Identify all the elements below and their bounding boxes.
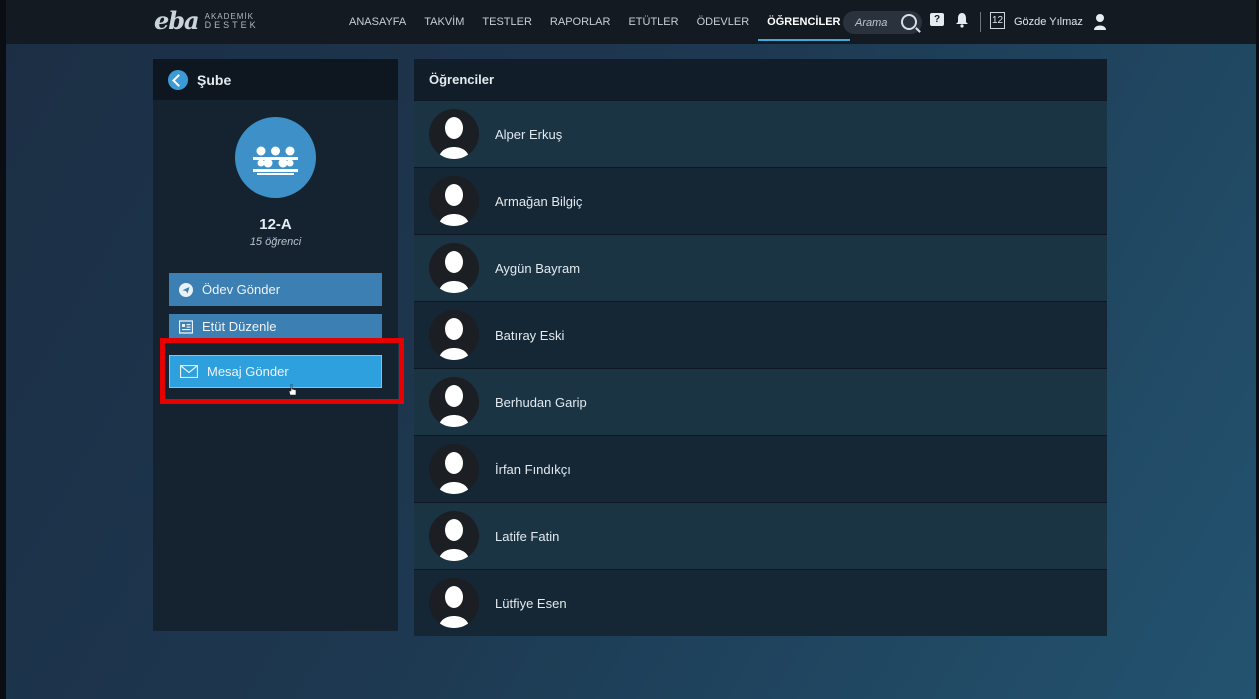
edit-study-label: Etüt Düzenle: [202, 319, 277, 334]
search-placeholder: Arama: [855, 16, 888, 29]
students-panel: Öğrenciler Alper Erkuş Armağan Bilgiç Ay…: [414, 59, 1107, 636]
student-row[interactable]: Armağan Bilgiç: [414, 167, 1107, 234]
logo-eba: eba: [154, 6, 200, 35]
student-name: Berhudan Garip: [495, 394, 587, 410]
logo[interactable]: eba AKADEMİK DESTEK: [154, 9, 259, 33]
student-avatar-icon: [429, 243, 479, 293]
student-avatar-icon: [429, 444, 479, 494]
back-arrow-icon[interactable]: [168, 69, 188, 90]
student-name: Armağan Bilgiç: [495, 193, 583, 209]
student-name: Latife Fatin: [495, 528, 560, 544]
student-name: Aygün Bayram: [495, 260, 581, 276]
student-avatar-icon: [429, 176, 479, 226]
students-panel-title: Öğrenciler: [414, 59, 1107, 100]
student-count: 15 öğrenci: [249, 236, 302, 248]
student-row[interactable]: Batıray Eski: [414, 301, 1107, 368]
student-avatar-icon: [429, 377, 479, 427]
highlight-box: [160, 338, 404, 404]
class-panel-header: Şube: [153, 59, 398, 100]
top-navigation-bar: eba AKADEMİK DESTEK ANASAYFA TAKVİM TEST…: [6, 0, 1256, 44]
hand-cursor-icon: [289, 384, 297, 396]
student-row[interactable]: Lütfiye Esen: [414, 569, 1107, 636]
search-icon[interactable]: [901, 14, 917, 30]
user-icon[interactable]: [1093, 13, 1107, 31]
nav-anasayfa[interactable]: ANASAYFA: [340, 0, 415, 44]
nav-odevler[interactable]: ÖDEVLER: [688, 0, 759, 44]
calendar-icon[interactable]: 12: [990, 12, 1005, 29]
logo-subtitle: AKADEMİK DESTEK: [205, 12, 259, 30]
student-avatar-icon: [429, 109, 479, 159]
student-name: Batıray Eski: [495, 327, 565, 343]
class-name: 12-A: [259, 216, 292, 233]
edit-study-button[interactable]: Etüt Düzenle: [169, 314, 382, 339]
student-avatar-icon: [429, 310, 479, 360]
app-screen: eba AKADEMİK DESTEK ANASAYFA TAKVİM TEST…: [6, 0, 1256, 699]
student-name: İrfan Fındıkçı: [495, 461, 571, 477]
nav-etutler[interactable]: ETÜTLER: [619, 0, 687, 44]
logo-destek: DESTEK: [204, 20, 259, 30]
user-name[interactable]: Gözde Yılmaz: [1014, 16, 1083, 28]
student-row[interactable]: Aygün Bayram: [414, 234, 1107, 301]
send-homework-button[interactable]: Ödev Gönder: [169, 273, 382, 306]
nav-ogrenciler[interactable]: ÖĞRENCİLER: [758, 0, 850, 44]
bell-icon[interactable]: [955, 12, 969, 28]
nav-raporlar[interactable]: RAPORLAR: [541, 0, 620, 44]
main-nav: ANASAYFA TAKVİM TESTLER RAPORLAR ETÜTLER…: [340, 0, 850, 44]
study-calendar-icon: [179, 319, 193, 334]
search-box[interactable]: Arama: [843, 11, 922, 34]
student-row[interactable]: Alper Erkuş: [414, 100, 1107, 167]
student-row[interactable]: Latife Fatin: [414, 502, 1107, 569]
nav-takvim[interactable]: TAKVİM: [415, 0, 473, 44]
student-row[interactable]: Berhudan Garip: [414, 368, 1107, 435]
nav-testler[interactable]: TESTLER: [473, 0, 541, 44]
student-name: Lütfiye Esen: [495, 595, 567, 611]
paper-plane-icon: [179, 282, 193, 297]
group-icon: [235, 117, 316, 198]
student-avatar-icon: [429, 578, 479, 628]
help-icon[interactable]: ?: [930, 13, 944, 26]
student-name: Alper Erkuş: [495, 126, 563, 142]
send-homework-label: Ödev Gönder: [202, 282, 281, 297]
header-divider: [980, 12, 981, 32]
class-panel-title: Şube: [197, 71, 232, 88]
student-row[interactable]: İrfan Fındıkçı: [414, 435, 1107, 502]
student-avatar-icon: [429, 511, 479, 561]
